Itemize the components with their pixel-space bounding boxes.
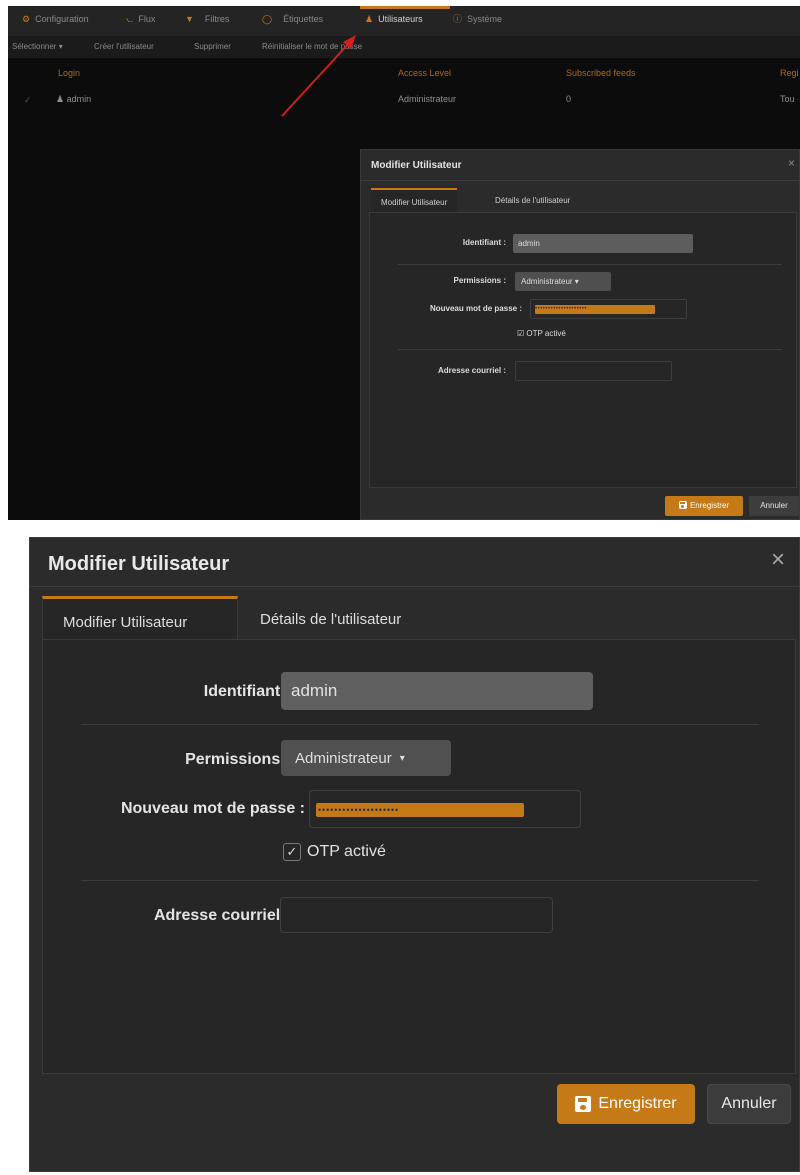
- reset-password-action[interactable]: Réinitialiser le mot de passe: [262, 42, 362, 51]
- small-permissions-select[interactable]: Administrateur ▾: [515, 272, 611, 291]
- user-icon: ♟: [56, 94, 67, 104]
- small-tab-edit-user[interactable]: Modifier Utilisateur: [371, 188, 458, 212]
- permissions-value: Administrateur: [295, 750, 392, 767]
- otp-label: OTP activé: [307, 843, 386, 860]
- row-checkbox[interactable]: ✓: [24, 95, 32, 106]
- nav-tab-label: Flux: [138, 14, 156, 24]
- small-password-label: Nouveau mot de passe :: [429, 304, 522, 313]
- small-form-panel: Identifiant : admin Permissions : Admini…: [369, 212, 797, 488]
- cancel-button[interactable]: Annuler: [707, 1084, 791, 1124]
- small-password-input[interactable]: ••••••••••••••••••••: [530, 299, 687, 319]
- save-button[interactable]: Enregistrer: [557, 1084, 695, 1124]
- delete-action[interactable]: Supprimer: [194, 42, 231, 51]
- permissions-select[interactable]: Administrateur ▾: [281, 740, 451, 776]
- rss-icon: ⦦: [126, 13, 134, 24]
- table-cell-registered: Tou: [780, 94, 795, 104]
- action-bar: Sélectionner ▾ Créer l'utilisateur Suppr…: [8, 36, 800, 58]
- form-divider: [81, 880, 759, 881]
- background-screenshot: ⚙ Configuration ⦦ Flux ▼ Filtres ◯ Étiqu…: [8, 6, 800, 520]
- nav-tab-label: Utilisateurs: [378, 14, 423, 24]
- nav-tab-flux[interactable]: ⦦ Flux: [126, 14, 155, 24]
- header-divider: [30, 586, 799, 587]
- small-divider: [398, 264, 782, 265]
- caret-down-icon: ▾: [399, 753, 405, 764]
- nav-tab-label: Système: [467, 14, 503, 24]
- nav-tab-label: Étiquettes: [283, 14, 324, 24]
- nav-tab-filtres[interactable]: ▼ Filtres: [185, 14, 229, 24]
- close-icon[interactable]: ×: [771, 548, 785, 572]
- tag-icon: ◯: [262, 13, 273, 24]
- tab-user-details[interactable]: Détails de l'utilisateur: [240, 596, 421, 640]
- password-label: Nouveau mot de passe :: [120, 800, 305, 817]
- login-label: Identifiant :: [203, 683, 290, 700]
- form-panel: Identifiant : admin Permissions : Admini…: [42, 639, 796, 1074]
- small-tab-user-details[interactable]: Détails de l'utilisateur: [485, 188, 580, 212]
- otp-checkbox-row[interactable]: ✓ OTP activé: [283, 843, 386, 861]
- small-header-divider: [361, 180, 799, 181]
- small-email-label: Adresse courriel :: [437, 366, 506, 375]
- small-cancel-button[interactable]: Annuler: [749, 496, 799, 516]
- login-input[interactable]: admin: [281, 672, 593, 710]
- dialog-title: Modifier Utilisateur: [48, 553, 230, 575]
- gear-icon: ⚙: [22, 13, 31, 24]
- password-input[interactable]: ••••••••••••••••••••: [309, 790, 581, 828]
- nav-tab-label: Filtres: [204, 14, 230, 24]
- tab-edit-user[interactable]: Modifier Utilisateur: [42, 596, 238, 640]
- column-header-login[interactable]: Login: [58, 68, 80, 78]
- login-text: admin: [66, 94, 92, 104]
- small-permissions-label: Permissions :: [453, 276, 506, 285]
- small-password-mask: ••••••••••••••••••••: [535, 305, 655, 314]
- top-nav-bar: ⚙ Configuration ⦦ Flux ▼ Filtres ◯ Étiqu…: [8, 6, 800, 36]
- table-cell-access-level: Administrateur: [398, 94, 457, 104]
- save-label: Enregistrer: [598, 1095, 677, 1112]
- permissions-label: Permissions :: [185, 751, 290, 768]
- small-save-button[interactable]: Enregistrer: [665, 496, 743, 516]
- small-divider: [398, 349, 782, 350]
- small-edit-user-dialog: Modifier Utilisateur × Modifier Utilisat…: [360, 149, 800, 520]
- small-otp-checkbox[interactable]: ☑ OTP activé: [517, 329, 566, 338]
- nav-tab-configuration[interactable]: ⚙ Configuration: [22, 14, 89, 24]
- check-icon: ✓: [286, 844, 298, 859]
- edit-user-dialog: Modifier Utilisateur × Modifier Utilisat…: [29, 537, 800, 1172]
- email-input[interactable]: [280, 897, 553, 933]
- small-dialog-title: Modifier Utilisateur: [371, 160, 462, 171]
- small-save-label: Enregistrer: [689, 501, 730, 510]
- column-header-access-level[interactable]: Access Level: [398, 68, 451, 78]
- form-divider: [81, 724, 759, 725]
- create-user-action[interactable]: Créer l'utilisateur: [94, 42, 154, 51]
- nav-tab-systeme[interactable]: ⓘ Système: [453, 14, 502, 24]
- table-cell-subscribed-feeds: 0: [566, 94, 572, 104]
- info-icon: ⓘ: [453, 13, 463, 24]
- check-icon: ☑: [517, 329, 527, 338]
- column-header-registered[interactable]: Regi: [780, 68, 799, 78]
- select-menu[interactable]: Sélectionner ▾: [12, 42, 63, 51]
- small-login-input[interactable]: admin: [513, 234, 693, 253]
- filter-icon: ▼: [185, 13, 194, 24]
- small-email-input[interactable]: [515, 361, 672, 381]
- save-icon: [575, 1096, 592, 1112]
- close-icon[interactable]: ×: [788, 156, 795, 170]
- table-cell-login[interactable]: ♟ admin: [56, 94, 91, 105]
- nav-tab-utilisateurs[interactable]: ♟ Utilisateurs: [365, 14, 423, 24]
- user-icon: ♟: [365, 13, 374, 24]
- small-permissions-value: Administrateur: [521, 277, 573, 286]
- small-otp-label: OTP activé: [526, 329, 566, 338]
- otp-checkbox[interactable]: ✓: [283, 843, 301, 861]
- active-tab-indicator: [360, 6, 450, 9]
- column-header-subscribed-feeds[interactable]: Subscribed feeds: [566, 68, 636, 78]
- nav-tab-label: Configuration: [35, 14, 89, 24]
- password-mask: ••••••••••••••••••••: [316, 803, 524, 817]
- email-label: Adresse courriel :: [153, 907, 290, 924]
- nav-tab-etiquettes[interactable]: ◯ Étiquettes: [262, 14, 323, 24]
- caret-down-icon: ▾: [572, 277, 579, 286]
- save-icon: [678, 501, 687, 509]
- small-login-label: Identifiant :: [462, 238, 506, 247]
